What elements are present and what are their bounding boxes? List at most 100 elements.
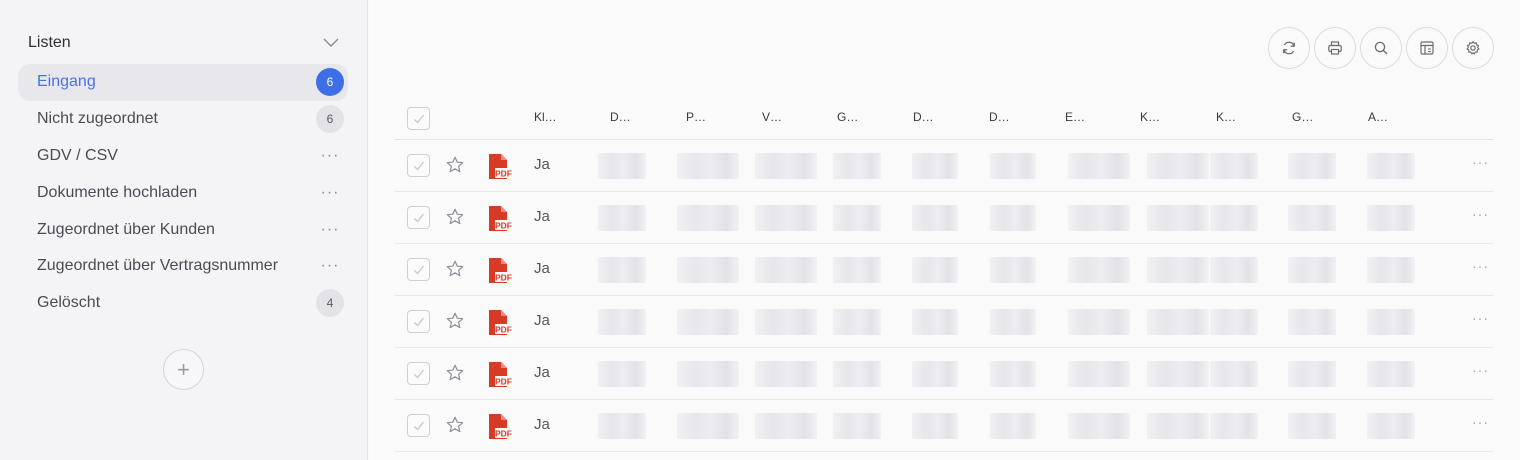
redacted-cell xyxy=(833,413,881,439)
more-icon[interactable]: ··· xyxy=(316,147,344,165)
columns-button[interactable] xyxy=(1406,27,1448,69)
redacted-cell xyxy=(677,153,739,179)
table-row[interactable]: PDF Ja ··· xyxy=(395,400,1493,452)
main-panel: Kl… D… P… V… G… D… D… E… K… K… G… A… PDF… xyxy=(369,0,1520,460)
table-row[interactable]: PDF Ja ··· xyxy=(395,140,1493,192)
star-icon[interactable] xyxy=(445,311,465,331)
table-row[interactable]: PDF Ja ··· xyxy=(395,244,1493,296)
redacted-cell xyxy=(990,309,1036,335)
check-icon xyxy=(413,161,424,170)
column-header[interactable]: G… xyxy=(1292,110,1313,124)
pdf-label: PDF xyxy=(495,325,512,335)
column-header[interactable]: A… xyxy=(1368,110,1388,124)
redacted-cell xyxy=(598,205,646,231)
sidebar-item-dokumente-hochladen[interactable]: Dokumente hochladen ··· xyxy=(18,174,348,211)
print-button[interactable] xyxy=(1314,27,1356,69)
chevron-down-icon[interactable] xyxy=(322,34,340,52)
column-header[interactable]: V… xyxy=(762,110,782,124)
add-list-button[interactable]: + xyxy=(163,349,204,390)
row-value: Ja xyxy=(534,312,550,329)
more-icon[interactable]: ··· xyxy=(316,221,344,239)
check-icon xyxy=(413,265,424,274)
row-more-icon[interactable]: ··· xyxy=(1472,362,1489,378)
column-header[interactable]: D… xyxy=(610,110,631,124)
row-value: Ja xyxy=(534,208,550,225)
sidebar-item-zugeordnet-vertragsnummer[interactable]: Zugeordnet über Vertragsnummer ··· xyxy=(18,248,348,285)
column-header[interactable]: D… xyxy=(989,110,1010,124)
redacted-cell xyxy=(1147,153,1209,179)
column-header[interactable]: K… xyxy=(1140,110,1160,124)
row-more-icon[interactable]: ··· xyxy=(1472,206,1489,222)
pdf-label: PDF xyxy=(495,429,512,439)
column-header[interactable]: Kl… xyxy=(534,110,557,124)
redacted-cell xyxy=(833,153,881,179)
redacted-cell xyxy=(1288,205,1336,231)
table-row[interactable]: PDF Ja ··· xyxy=(395,348,1493,400)
redacted-cell xyxy=(677,361,739,387)
redacted-cell xyxy=(1288,361,1336,387)
row-checkbox[interactable] xyxy=(407,362,430,385)
sidebar-item-zugeordnet-kunden[interactable]: Zugeordnet über Kunden ··· xyxy=(18,211,348,248)
star-icon[interactable] xyxy=(445,207,465,227)
row-checkbox[interactable] xyxy=(407,206,430,229)
redacted-cell xyxy=(1068,413,1130,439)
row-more-icon[interactable]: ··· xyxy=(1472,154,1489,170)
column-header[interactable]: K… xyxy=(1216,110,1236,124)
redacted-cell xyxy=(912,257,958,283)
redacted-cell xyxy=(833,309,881,335)
more-icon[interactable]: ··· xyxy=(316,184,344,202)
refresh-button[interactable] xyxy=(1268,27,1310,69)
redacted-cell xyxy=(912,309,958,335)
pdf-file-icon[interactable]: PDF xyxy=(486,413,512,441)
select-all-checkbox[interactable] xyxy=(407,107,430,130)
sidebar-item-gdv-csv[interactable]: GDV / CSV ··· xyxy=(18,138,348,175)
table-row[interactable]: PDF Ja ··· xyxy=(395,192,1493,244)
lists-header[interactable]: Listen xyxy=(28,32,340,54)
sidebar-item-nicht-zugeordnet[interactable]: Nicht zugeordnet 6 xyxy=(18,101,348,138)
pdf-file-icon[interactable]: PDF xyxy=(486,153,512,181)
row-more-icon[interactable]: ··· xyxy=(1472,258,1489,274)
sidebar-item-geloescht[interactable]: Gelöscht 4 xyxy=(18,285,348,322)
star-icon[interactable] xyxy=(445,155,465,175)
redacted-cell xyxy=(1288,413,1336,439)
more-icon[interactable]: ··· xyxy=(316,257,344,275)
star-icon[interactable] xyxy=(445,363,465,383)
redacted-cell xyxy=(1210,413,1258,439)
star-icon[interactable] xyxy=(445,415,465,435)
pdf-file-icon[interactable]: PDF xyxy=(486,205,512,233)
column-header[interactable]: G… xyxy=(837,110,858,124)
row-checkbox[interactable] xyxy=(407,310,430,333)
pdf-file-icon[interactable]: PDF xyxy=(486,257,512,285)
column-header[interactable]: D… xyxy=(913,110,934,124)
table-row[interactable]: PDF Ja ··· xyxy=(395,296,1493,348)
pdf-file-icon[interactable]: PDF xyxy=(486,309,512,337)
redacted-cell xyxy=(1367,257,1415,283)
search-button[interactable] xyxy=(1360,27,1402,69)
sidebar-item-eingang[interactable]: Eingang 6 xyxy=(18,64,348,101)
column-header[interactable]: E… xyxy=(1065,110,1085,124)
lists-menu: Eingang 6 Nicht zugeordnet 6 GDV / CSV ·… xyxy=(18,64,348,322)
row-value: Ja xyxy=(534,260,550,277)
row-more-icon[interactable]: ··· xyxy=(1472,310,1489,326)
sidebar-item-label: Eingang xyxy=(37,73,96,91)
redacted-cell xyxy=(677,309,739,335)
column-header[interactable]: P… xyxy=(686,110,706,124)
row-checkbox[interactable] xyxy=(407,414,430,437)
row-checkbox[interactable] xyxy=(407,154,430,177)
settings-button[interactable] xyxy=(1452,27,1494,69)
pdf-label: PDF xyxy=(495,273,512,283)
redacted-cell xyxy=(598,309,646,335)
pdf-file-icon[interactable]: PDF xyxy=(486,361,512,389)
pdf-label: PDF xyxy=(495,221,512,231)
row-more-icon[interactable]: ··· xyxy=(1472,414,1489,430)
row-checkbox[interactable] xyxy=(407,258,430,281)
redacted-cell xyxy=(1367,309,1415,335)
redacted-cell xyxy=(912,153,958,179)
star-icon[interactable] xyxy=(445,259,465,279)
redacted-cell xyxy=(912,205,958,231)
lists-title: Listen xyxy=(28,34,71,51)
toolbar xyxy=(1268,27,1494,69)
sidebar-item-label: Zugeordnet über Kunden xyxy=(37,220,215,238)
table-body: PDF Ja ··· PDF Ja ··· PDF Ja ··· PDF Ja ··· PDF Ja ···… xyxy=(395,140,1493,452)
search-icon xyxy=(1374,41,1388,55)
